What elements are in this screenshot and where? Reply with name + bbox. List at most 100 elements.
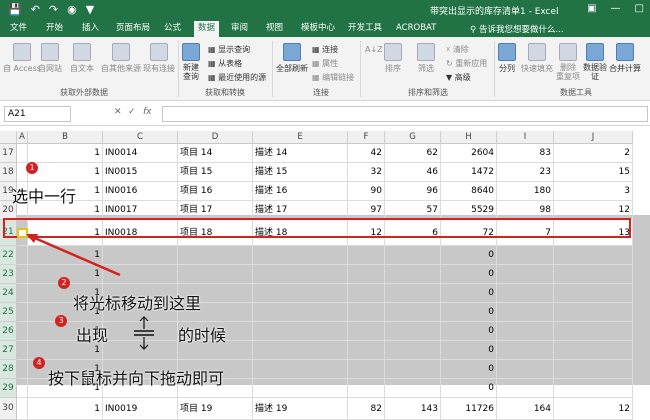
cell-j29[interactable]	[554, 379, 633, 398]
cell-h27[interactable]: 0	[441, 341, 497, 360]
flash-fill-button[interactable]: 快速填充	[521, 43, 553, 74]
cell-a27[interactable]	[17, 341, 28, 360]
ribbon-options-icon[interactable]: ▣	[587, 3, 596, 14]
cell-d17[interactable]: 项目 14	[178, 144, 253, 163]
cell-f23[interactable]	[348, 265, 385, 284]
cell-a17[interactable]	[17, 144, 28, 163]
select-all-corner[interactable]	[0, 131, 17, 144]
cell-g26[interactable]	[385, 322, 441, 341]
cell-j27[interactable]	[554, 341, 633, 360]
column-header-g[interactable]: G	[385, 131, 441, 144]
cell-f26[interactable]	[348, 322, 385, 341]
save-icon[interactable]: 💾	[8, 3, 22, 17]
cell-j19[interactable]: 3	[554, 182, 633, 201]
tab-review[interactable]: 审阅	[227, 22, 252, 35]
tab-formulas[interactable]: 公式	[160, 22, 185, 35]
text-to-columns-button[interactable]: 分列	[498, 43, 516, 74]
column-header-b[interactable]: B	[28, 131, 103, 144]
refresh-all-button[interactable]: 全部刷新	[276, 43, 308, 74]
cell-g24[interactable]	[385, 284, 441, 303]
cell-c18[interactable]: IN0015	[103, 163, 178, 182]
row-header-18[interactable]: 18	[0, 163, 17, 182]
cell-e23[interactable]	[253, 265, 348, 284]
existing-connections-button[interactable]: 现有连接	[143, 43, 175, 74]
cell-e27[interactable]	[253, 341, 348, 360]
cell-i26[interactable]	[497, 322, 554, 341]
column-header-a[interactable]: A	[17, 131, 28, 144]
cell-a26[interactable]	[17, 322, 28, 341]
sort-button[interactable]: 排序	[384, 43, 402, 74]
cell-i23[interactable]	[497, 265, 554, 284]
cell-h28[interactable]: 0	[441, 360, 497, 379]
cell-g22[interactable]	[385, 246, 441, 265]
properties-button[interactable]: ▦ 属性	[312, 58, 338, 69]
row-header-22[interactable]: 22	[0, 246, 17, 265]
from-other-sources-button[interactable]: 自其他来源	[101, 43, 141, 74]
cell-g29[interactable]	[385, 379, 441, 398]
cell-h24[interactable]: 0	[441, 284, 497, 303]
tab-developer[interactable]: 开发工具	[344, 22, 386, 35]
formula-input[interactable]	[162, 106, 648, 122]
row-header-17[interactable]: 17	[0, 144, 17, 163]
column-header-h[interactable]: H	[441, 131, 497, 144]
row-header-23[interactable]: 23	[0, 265, 17, 284]
column-header-j[interactable]: J	[554, 131, 633, 144]
cell-f28[interactable]	[348, 360, 385, 379]
from-table-button[interactable]: ▦ 从表格	[208, 58, 242, 69]
cell-f30[interactable]: 82	[348, 398, 385, 420]
cell-f24[interactable]	[348, 284, 385, 303]
enter-icon[interactable]: ✓	[128, 107, 136, 117]
cell-b17[interactable]: 1	[28, 144, 103, 163]
tell-me-search[interactable]: ⚲ 告诉我您想要做什么...	[470, 23, 564, 35]
cell-i24[interactable]	[497, 284, 554, 303]
cell-f25[interactable]	[348, 303, 385, 322]
cell-g23[interactable]	[385, 265, 441, 284]
cell-e17[interactable]: 描述 14	[253, 144, 348, 163]
column-header-d[interactable]: D	[178, 131, 253, 144]
cell-e22[interactable]	[253, 246, 348, 265]
cell-h22[interactable]: 0	[441, 246, 497, 265]
cell-h18[interactable]: 1472	[441, 163, 497, 182]
cell-d19[interactable]: 项目 16	[178, 182, 253, 201]
row-header-28[interactable]: 28	[0, 360, 17, 379]
tab-view[interactable]: 视图	[262, 22, 287, 35]
advanced-button[interactable]: ▼ 高级	[446, 72, 471, 83]
row-header-30[interactable]: 30	[0, 398, 17, 420]
cell-e19[interactable]: 描述 16	[253, 182, 348, 201]
column-header-f[interactable]: F	[348, 131, 385, 144]
cell-i17[interactable]: 83	[497, 144, 554, 163]
cell-a29[interactable]	[17, 379, 28, 398]
cell-h23[interactable]: 0	[441, 265, 497, 284]
cell-e29[interactable]	[253, 379, 348, 398]
cell-g18[interactable]: 46	[385, 163, 441, 182]
cell-c17[interactable]: IN0014	[103, 144, 178, 163]
cell-h26[interactable]: 0	[441, 322, 497, 341]
new-query-button[interactable]: 新建 查询	[182, 43, 200, 81]
edit-links-button[interactable]: ▦ 编辑链接	[312, 72, 354, 83]
cell-j24[interactable]	[554, 284, 633, 303]
cell-h19[interactable]: 8640	[441, 182, 497, 201]
cell-a28[interactable]	[17, 360, 28, 379]
clear-button[interactable]: ☓ 清除	[446, 44, 469, 55]
filter-button[interactable]: 筛选	[417, 43, 435, 74]
cell-f17[interactable]: 42	[348, 144, 385, 163]
cell-f18[interactable]: 32	[348, 163, 385, 182]
cell-i29[interactable]	[497, 379, 554, 398]
cell-j26[interactable]	[554, 322, 633, 341]
filter-qat-icon[interactable]: ▼	[86, 3, 94, 17]
cell-f27[interactable]	[348, 341, 385, 360]
cell-g25[interactable]	[385, 303, 441, 322]
cell-d23[interactable]	[178, 265, 253, 284]
row-header-25[interactable]: 25	[0, 303, 17, 322]
sort-az-button[interactable]: A↓Z	[365, 45, 383, 54]
cell-h25[interactable]: 0	[441, 303, 497, 322]
cell-i25[interactable]	[497, 303, 554, 322]
cell-f19[interactable]: 90	[348, 182, 385, 201]
tab-insert[interactable]: 插入	[78, 22, 103, 35]
cell-g27[interactable]	[385, 341, 441, 360]
consolidate-button[interactable]: 合并计算	[609, 43, 641, 74]
undo-icon[interactable]: ↶	[31, 3, 40, 17]
cell-a30[interactable]	[17, 398, 28, 420]
cell-j30[interactable]: 12	[554, 398, 633, 420]
cell-i18[interactable]: 23	[497, 163, 554, 182]
